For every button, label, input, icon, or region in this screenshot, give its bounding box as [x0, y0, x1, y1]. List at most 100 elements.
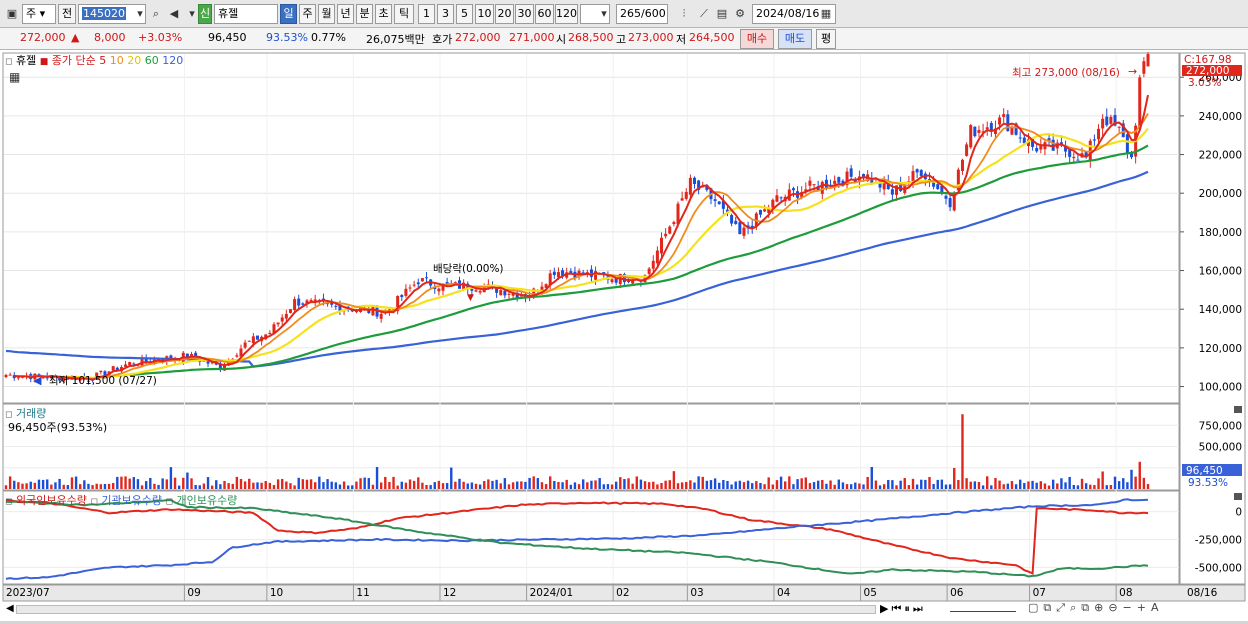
search-icon[interactable]: ⌕ — [1070, 601, 1081, 614]
interval-1[interactable]: 1 — [418, 4, 435, 24]
panel-toggle-icon[interactable]: ◻ — [5, 57, 12, 67]
volume-bar — [816, 480, 820, 489]
play-right-icon[interactable]: ▶ — [880, 602, 891, 615]
legend-institution: 기관보유수량 — [101, 494, 163, 507]
scrollbar-track[interactable] — [16, 605, 876, 614]
period-month[interactable]: 월 — [318, 4, 335, 24]
panel-toggle-icon[interactable]: ◻ — [5, 497, 12, 507]
volume-bar — [763, 484, 766, 489]
candle-body — [758, 209, 762, 215]
change-pct: +3.03% — [138, 31, 183, 44]
volume-bar — [994, 478, 997, 489]
stock-name-field[interactable]: 휴젤 — [214, 4, 278, 24]
price-panel — [2, 52, 1180, 404]
save-icon[interactable]: ▤ — [714, 6, 730, 22]
period-second[interactable]: 초 — [375, 4, 392, 24]
layout-icon[interactable]: ▢ — [1028, 601, 1043, 614]
period-minute[interactable]: 분 — [356, 4, 373, 24]
price-legend: ◻ 휴젤 ■ 종가 단순 5 10 20 60 120 — [5, 52, 183, 68]
period-year[interactable]: 년 — [337, 4, 354, 24]
volume-bar — [887, 479, 890, 489]
volume-bar — [66, 485, 70, 489]
volume-bar — [631, 483, 634, 489]
candle-body — [824, 179, 828, 188]
bid-value: 272,000 — [455, 31, 501, 44]
volume-bar — [722, 480, 725, 489]
volume-bar — [281, 478, 284, 489]
volume-bar — [969, 481, 972, 489]
zoom-in-icon[interactable]: ⊕ — [1094, 601, 1108, 614]
x-tick-label: 2024/01 — [530, 587, 574, 599]
volume-bar — [400, 481, 403, 489]
panel-toggle-icon[interactable]: ◻ — [90, 497, 97, 507]
candle-body — [1109, 116, 1113, 124]
copy-icon[interactable]: ⧉ — [1043, 601, 1056, 614]
minus-icon[interactable]: − — [1123, 601, 1137, 614]
period-week[interactable]: 주 — [299, 4, 316, 24]
candle-body — [717, 201, 721, 205]
volume-bar — [1031, 480, 1034, 489]
table-icon[interactable]: ▦ — [9, 70, 20, 84]
market-select[interactable]: 주 ▾ — [22, 4, 56, 24]
volume-panel-close-icon[interactable] — [1234, 406, 1242, 413]
window-icon[interactable]: ▣ — [4, 6, 20, 22]
text-size-icon[interactable]: A — [1151, 601, 1164, 614]
x-tick-label: 10 — [270, 587, 283, 599]
volume-bar — [524, 481, 527, 489]
volume-bar — [833, 484, 836, 489]
candle-body — [915, 169, 919, 173]
nav-controls: ▶⏮⏸⏭ — [880, 602, 926, 616]
plus-icon[interactable]: + — [1137, 601, 1151, 614]
x-tick-label: 06 — [950, 587, 964, 599]
chevron-down-icon[interactable]: ▾ — [596, 6, 612, 22]
volume-bar — [33, 482, 37, 489]
interval-10[interactable]: 10 — [475, 4, 494, 24]
gear-icon[interactable]: ⚙ — [732, 6, 748, 22]
buy-button[interactable]: 매수 — [740, 29, 774, 49]
panel-toggle-icon[interactable]: ◻ — [166, 497, 173, 507]
volume-bar — [734, 481, 737, 489]
chart-svg: 100,000 120,000 140,000 160,000 180,000 200,0… — [2, 52, 1246, 602]
volume-bar — [936, 479, 939, 489]
quote-bar: 272,000 ▲ 8,000 +3.03% 96,450 93.53% 0.7… — [0, 28, 1248, 50]
candle-icon[interactable]: ⫶ — [676, 6, 692, 22]
volume-bar — [478, 484, 482, 489]
skip-back-icon[interactable]: ⏮ — [891, 602, 904, 615]
volume-bar — [553, 481, 556, 489]
eval-button[interactable]: 평 — [816, 29, 836, 49]
speaker-icon[interactable]: ◀ — [166, 6, 182, 22]
interval-30[interactable]: 30 — [515, 4, 534, 24]
sell-button[interactable]: 매도 — [778, 29, 812, 49]
pause-icon[interactable]: ⏸ — [904, 602, 913, 615]
interval-120[interactable]: 120 — [555, 4, 578, 24]
change-value: 8,000 — [94, 31, 126, 44]
zoom-slider[interactable] — [950, 602, 1016, 612]
volume-bar — [371, 484, 375, 489]
calendar-icon[interactable]: ▦ — [818, 6, 834, 22]
cross-icon[interactable]: ⤢ — [1056, 601, 1070, 614]
price-tick-label: 100,000 — [1199, 382, 1242, 394]
skip-forward-icon[interactable]: ⏭ — [913, 602, 926, 615]
count-max: /600 — [641, 7, 666, 20]
ask-value: 271,000 — [509, 31, 555, 44]
stack-icon[interactable]: ⧉ — [1081, 601, 1094, 614]
chevron-down-icon[interactable]: ▾ — [132, 6, 148, 22]
volume-bar — [91, 485, 94, 489]
interval-20[interactable]: 20 — [495, 4, 514, 24]
volume-bar — [95, 483, 98, 489]
period-tick[interactable]: 틱 — [394, 4, 414, 24]
interval-3[interactable]: 3 — [437, 4, 454, 24]
count-input[interactable]: 265/600 — [616, 4, 668, 24]
interval-60[interactable]: 60 — [535, 4, 554, 24]
period-day[interactable]: 일 — [280, 4, 297, 24]
volume-bar — [544, 484, 548, 489]
price-tick-label: 200,000 — [1199, 188, 1242, 200]
zoom-out-icon[interactable]: ⊖ — [1108, 601, 1122, 614]
search-icon[interactable]: ⌕ — [148, 6, 164, 22]
scroll-left-icon[interactable]: ◀ — [6, 603, 14, 614]
interval-5[interactable]: 5 — [456, 4, 473, 24]
volume-bar — [895, 485, 898, 489]
draw-line-icon[interactable]: ⟋ — [696, 6, 712, 22]
holdings-panel-close-icon[interactable] — [1234, 493, 1242, 500]
prev-toggle[interactable]: 전 — [58, 4, 76, 24]
